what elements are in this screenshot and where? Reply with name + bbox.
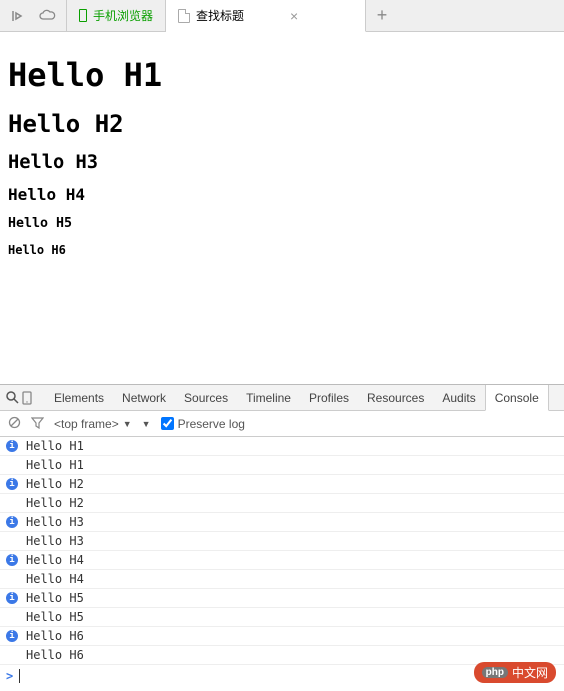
- heading-h6: Hello H6: [8, 243, 556, 257]
- console-line: Hello H4: [0, 570, 564, 589]
- console-line: Hello H3: [0, 532, 564, 551]
- devtools-tab-audits[interactable]: Audits: [433, 385, 484, 411]
- info-icon: i: [6, 516, 18, 528]
- console-text: Hello H5: [26, 591, 84, 605]
- devtools-tab-profiles[interactable]: Profiles: [300, 385, 358, 411]
- console-text: Hello H4: [26, 553, 84, 567]
- devtools-tabs: ElementsNetworkSourcesTimelineProfilesRe…: [45, 385, 549, 411]
- devtools-panel: ElementsNetworkSourcesTimelineProfilesRe…: [0, 384, 564, 691]
- tab-label: 查找标题: [196, 7, 244, 24]
- preserve-log-checkbox[interactable]: Preserve log: [161, 417, 245, 431]
- console-line: i Hello H6: [0, 627, 564, 646]
- cloud-icon[interactable]: [38, 9, 56, 23]
- page-content: Hello H1 Hello H2 Hello H3 Hello H4 Hell…: [0, 32, 564, 384]
- devtools-tab-resources[interactable]: Resources: [358, 385, 433, 411]
- heading-h3: Hello H3: [8, 152, 556, 173]
- heading-h1: Hello H1: [8, 56, 556, 94]
- console-text: Hello H1: [26, 458, 84, 472]
- devtools-tab-network[interactable]: Network: [113, 385, 175, 411]
- new-tab-button[interactable]: +: [366, 0, 398, 31]
- console-line: Hello H2: [0, 494, 564, 513]
- console-line: i Hello H1: [0, 437, 564, 456]
- prompt-chevron-icon: >: [6, 669, 13, 683]
- dropdown-icon: ▼: [123, 419, 132, 429]
- clear-console-icon[interactable]: [8, 416, 21, 432]
- devtools-tab-console[interactable]: Console: [485, 385, 549, 411]
- console-text: Hello H3: [26, 534, 84, 548]
- console-cursor: [19, 669, 20, 683]
- frame-selector[interactable]: <top frame> ▼: [54, 417, 132, 431]
- tab-mobile-browser[interactable]: 手机浏览器: [66, 0, 166, 31]
- watermark-php: php: [482, 667, 508, 678]
- info-icon: i: [6, 478, 18, 490]
- search-icon[interactable]: [6, 391, 19, 404]
- console-text: Hello H1: [26, 439, 84, 453]
- console-toolbar: <top frame> ▼ ▼ Preserve log: [0, 411, 564, 437]
- watermark-badge: php 中文网: [474, 662, 556, 683]
- devtools-tab-row: ElementsNetworkSourcesTimelineProfilesRe…: [0, 385, 564, 411]
- console-output: i Hello H1 Hello H1 i Hello H2 Hello H2 i Hello…: [0, 437, 564, 691]
- heading-h4: Hello H4: [8, 185, 556, 204]
- devtools-tab-sources[interactable]: Sources: [175, 385, 237, 411]
- console-text: Hello H2: [26, 496, 84, 510]
- browser-tab-bar: 手机浏览器 查找标题 × +: [0, 0, 564, 32]
- filter-icon[interactable]: [31, 416, 44, 432]
- heading-h5: Hello H5: [8, 216, 556, 231]
- console-text: Hello H6: [26, 648, 84, 662]
- console-line: Hello H1: [0, 456, 564, 475]
- dropdown-icon[interactable]: ▼: [142, 419, 151, 429]
- tab-find-title[interactable]: 查找标题 ×: [166, 0, 366, 32]
- info-icon: i: [6, 554, 18, 566]
- console-text: Hello H6: [26, 629, 84, 643]
- preserve-log-input[interactable]: [161, 417, 174, 430]
- console-line: i Hello H4: [0, 551, 564, 570]
- console-text: Hello H4: [26, 572, 84, 586]
- play-icon[interactable]: [10, 9, 24, 23]
- console-line: i Hello H3: [0, 513, 564, 532]
- console-line: i Hello H5: [0, 589, 564, 608]
- console-text: Hello H2: [26, 477, 84, 491]
- close-icon[interactable]: ×: [290, 8, 298, 24]
- devtools-tab-elements[interactable]: Elements: [45, 385, 113, 411]
- console-line: i Hello H2: [0, 475, 564, 494]
- console-text: Hello H3: [26, 515, 84, 529]
- document-icon: [178, 9, 190, 23]
- device-icon[interactable]: [21, 391, 33, 405]
- info-icon: i: [6, 630, 18, 642]
- info-icon: i: [6, 440, 18, 452]
- console-line: Hello H5: [0, 608, 564, 627]
- tab-controls: [0, 0, 66, 31]
- tab-label: 手机浏览器: [93, 7, 153, 24]
- preserve-log-label: Preserve log: [178, 417, 245, 431]
- devtools-tab-timeline[interactable]: Timeline: [237, 385, 300, 411]
- info-icon: i: [6, 592, 18, 604]
- frame-label: <top frame>: [54, 417, 119, 431]
- console-text: Hello H5: [26, 610, 84, 624]
- watermark-text: 中文网: [512, 664, 548, 681]
- mobile-icon: [79, 9, 87, 22]
- heading-h2: Hello H2: [8, 110, 556, 138]
